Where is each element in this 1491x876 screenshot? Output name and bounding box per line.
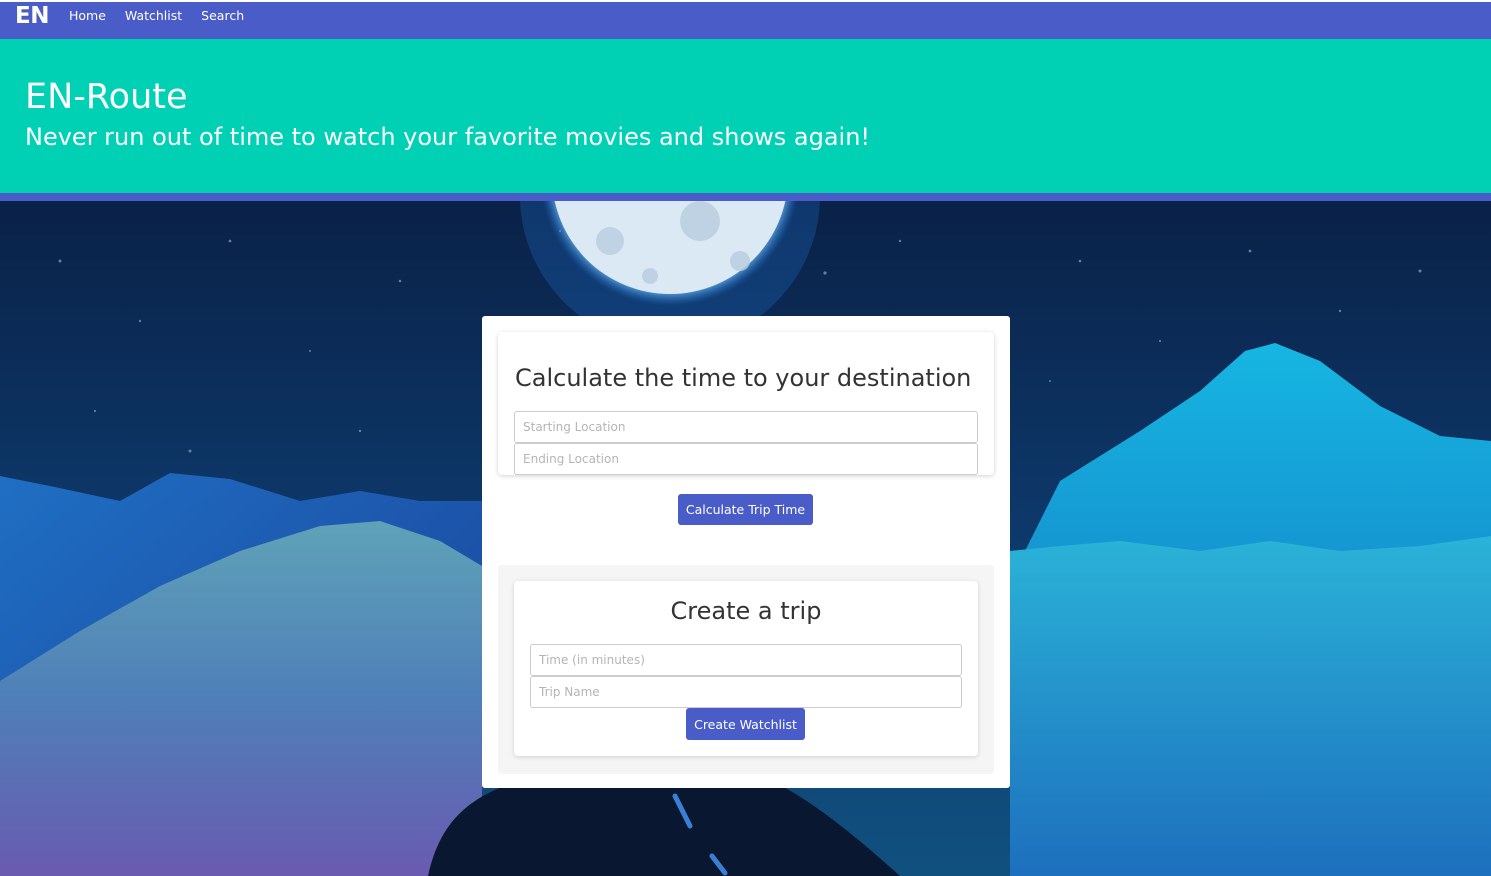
calculate-trip-time-button[interactable]: Calculate Trip Time	[678, 494, 813, 525]
calculate-time-title: Calculate the time to your destination	[515, 364, 972, 392]
ending-location-input[interactable]	[514, 443, 978, 475]
starting-location-input[interactable]	[514, 411, 978, 443]
nav-link-search[interactable]: Search	[201, 8, 244, 23]
calculate-time-card: Calculate the time to your destination	[498, 332, 994, 475]
brand-logo[interactable]: EN	[15, 5, 49, 28]
top-navbar: EN Home Watchlist Search	[0, 0, 1491, 39]
nav-link-home[interactable]: Home	[69, 8, 106, 23]
create-trip-card: Create a trip Create Watchlist	[514, 581, 978, 756]
nav-link-watchlist[interactable]: Watchlist	[125, 8, 182, 23]
create-watchlist-button[interactable]: Create Watchlist	[686, 708, 805, 740]
trip-time-input[interactable]	[530, 644, 962, 676]
hero-banner: EN-Route Never run out of time to watch …	[0, 39, 1491, 201]
create-trip-wrapper: Create a trip Create Watchlist	[498, 565, 994, 774]
trip-panel: Calculate the time to your destination C…	[482, 316, 1010, 788]
page-subtitle: Never run out of time to watch your favo…	[25, 123, 871, 151]
page-title: EN-Route	[25, 77, 188, 117]
trip-name-input[interactable]	[530, 676, 962, 708]
create-trip-title: Create a trip	[670, 597, 822, 625]
